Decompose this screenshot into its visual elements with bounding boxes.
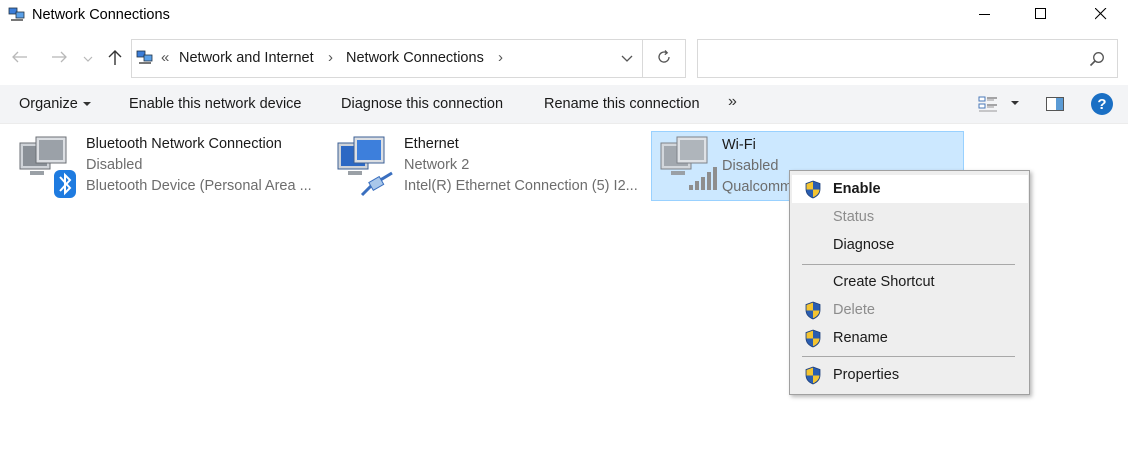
uac-shield-icon bbox=[804, 301, 822, 324]
forward-arrow-icon bbox=[51, 51, 67, 67]
item-status: Network 2 bbox=[404, 157, 470, 173]
address-bar[interactable]: « Network and Internet › Network Connect… bbox=[131, 39, 643, 78]
wifi-network-icon bbox=[655, 133, 721, 203]
ethernet-network-icon bbox=[332, 133, 398, 203]
help-icon: ? bbox=[1097, 95, 1107, 113]
list-item-ethernet[interactable]: Ethernet Network 2 Intel(R) Ethernet Con… bbox=[332, 131, 642, 201]
bluetooth-network-icon bbox=[14, 133, 80, 203]
rename-connection-button[interactable]: Rename this connection bbox=[544, 96, 700, 112]
menu-item-label: Status bbox=[833, 209, 875, 225]
uac-shield-icon bbox=[804, 329, 822, 352]
change-view-button[interactable] bbox=[978, 95, 998, 117]
breadcrumb-separator[interactable]: › bbox=[498, 49, 503, 66]
list-item-bluetooth[interactable]: Bluetooth Network Connection Disabled Bl… bbox=[14, 131, 320, 201]
help-button[interactable]: ? bbox=[1091, 93, 1113, 115]
breadcrumb-overflow[interactable]: « bbox=[161, 49, 169, 66]
menu-item-label: Create Shortcut bbox=[833, 274, 935, 290]
menu-item-diagnose[interactable]: Diagnose bbox=[792, 231, 1028, 259]
close-button[interactable] bbox=[1078, 0, 1124, 32]
network-connections-icon bbox=[136, 50, 154, 70]
organize-button[interactable]: Organize bbox=[19, 96, 91, 112]
minimize-icon bbox=[979, 8, 991, 24]
title-bar: Network Connections bbox=[0, 0, 1128, 32]
search-input[interactable] bbox=[704, 48, 1074, 68]
view-options-icon bbox=[978, 96, 998, 117]
organize-label: Organize bbox=[19, 96, 78, 112]
enable-device-button[interactable]: Enable this network device bbox=[129, 96, 302, 112]
search-box[interactable] bbox=[697, 39, 1118, 78]
search-icon[interactable] bbox=[1089, 51, 1105, 71]
context-menu: Enable Status Diagnose Create Shortcut D… bbox=[789, 170, 1030, 395]
command-bar: Organize Enable this network device Diag… bbox=[0, 85, 1128, 124]
preview-pane-button[interactable] bbox=[1046, 96, 1064, 116]
address-dropdown-button[interactable] bbox=[610, 40, 643, 77]
network-connections-window: Network Connections « Network and Intern… bbox=[0, 0, 1128, 476]
preview-pane-icon bbox=[1046, 97, 1064, 116]
breadcrumb-network-and-internet[interactable]: Network and Internet bbox=[179, 50, 314, 66]
menu-item-rename[interactable]: Rename bbox=[792, 324, 1028, 352]
menu-item-properties[interactable]: Properties bbox=[792, 361, 1028, 389]
menu-item-label: Enable bbox=[833, 181, 881, 197]
uac-shield-icon bbox=[804, 180, 822, 203]
diagnose-connection-button[interactable]: Diagnose this connection bbox=[341, 96, 503, 112]
item-status: Disabled bbox=[86, 157, 143, 173]
item-name: Wi-Fi bbox=[722, 137, 756, 153]
chevron-down-icon[interactable] bbox=[1011, 101, 1019, 105]
uac-shield-icon bbox=[804, 366, 822, 389]
forward-button[interactable] bbox=[47, 46, 71, 72]
item-name: Ethernet bbox=[404, 136, 459, 152]
close-icon bbox=[1094, 7, 1107, 24]
item-device: Bluetooth Device (Personal Area ... bbox=[86, 178, 312, 194]
refresh-button[interactable] bbox=[643, 39, 686, 78]
recent-locations-button[interactable] bbox=[80, 46, 96, 72]
menu-item-label: Diagnose bbox=[833, 237, 895, 253]
chevron-down-icon bbox=[621, 51, 633, 67]
up-arrow-icon bbox=[108, 49, 122, 69]
maximize-icon bbox=[1035, 8, 1047, 24]
network-connections-icon bbox=[8, 7, 26, 27]
refresh-icon bbox=[656, 49, 672, 69]
menu-item-create-shortcut[interactable]: Create Shortcut bbox=[792, 268, 1028, 296]
more-commands-button[interactable]: » bbox=[728, 93, 737, 111]
menu-item-delete[interactable]: Delete bbox=[792, 296, 1028, 324]
menu-separator bbox=[802, 264, 1015, 265]
item-status: Disabled bbox=[722, 158, 779, 174]
menu-item-label: Properties bbox=[833, 367, 900, 383]
menu-item-label: Rename bbox=[833, 330, 888, 346]
chevron-down-icon bbox=[83, 51, 93, 67]
item-device: Intel(R) Ethernet Connection (5) I2... bbox=[404, 178, 638, 194]
window-title: Network Connections bbox=[32, 7, 170, 23]
minimize-button[interactable] bbox=[962, 0, 1008, 32]
breadcrumb-network-connections[interactable]: Network Connections bbox=[346, 50, 484, 66]
chevron-down-icon bbox=[82, 102, 91, 107]
item-name: Bluetooth Network Connection bbox=[86, 136, 282, 152]
back-arrow-icon bbox=[12, 51, 28, 67]
back-button[interactable] bbox=[8, 46, 32, 72]
menu-item-status[interactable]: Status bbox=[792, 203, 1028, 231]
menu-separator bbox=[802, 356, 1015, 357]
menu-item-enable[interactable]: Enable bbox=[792, 175, 1028, 203]
menu-item-label: Delete bbox=[833, 302, 875, 318]
maximize-button[interactable] bbox=[1018, 0, 1064, 32]
breadcrumb-separator[interactable]: › bbox=[328, 49, 333, 66]
up-button[interactable] bbox=[103, 46, 127, 72]
